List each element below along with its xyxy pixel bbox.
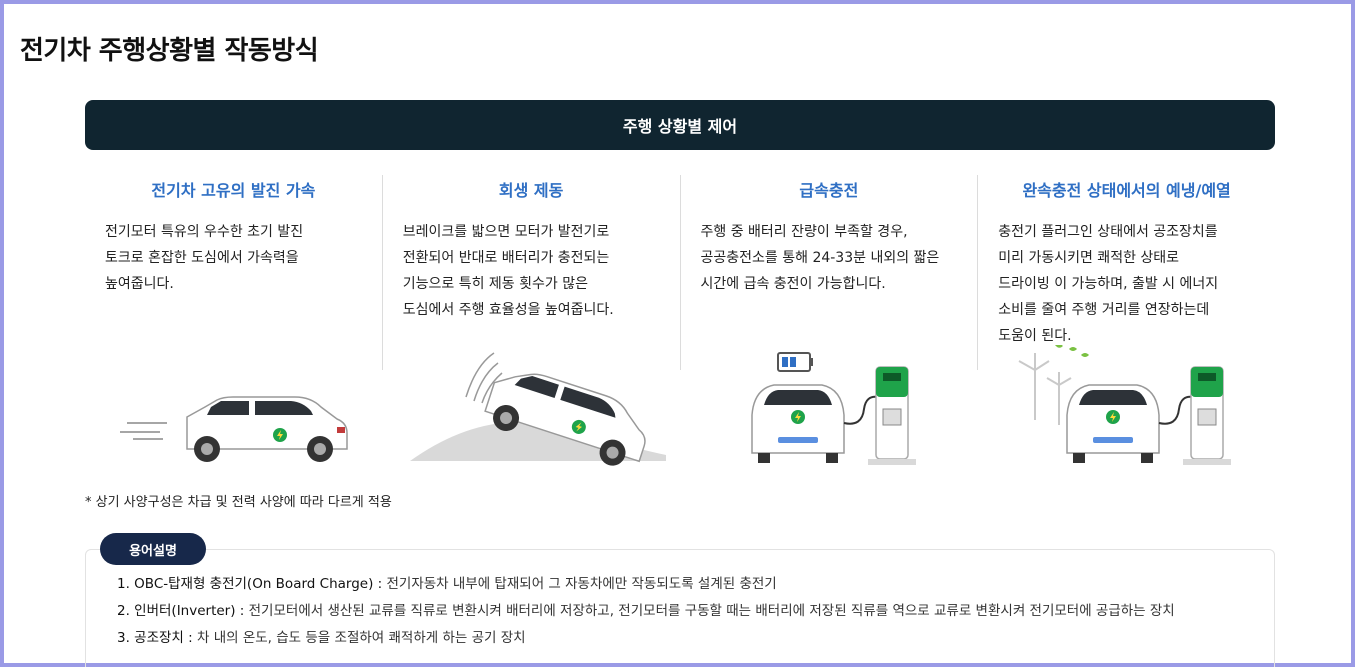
feature-launch-acceleration: 전기차 고유의 발진 가속 전기모터 특유의 우수한 초기 발진 토크로 혼잡한… [85,175,383,370]
page-title: 전기차 주행상황별 작동방식 [20,36,319,66]
section-banner: 주행 상황별 제어 [85,100,1275,150]
feature-title: 전기차 고유의 발진 가속 [151,181,316,200]
glossary-term: 3. 공조장치 : [117,630,193,646]
banner-label: 주행 상황별 제어 [622,117,738,136]
fast-charging-illustration [751,352,916,465]
glossary-item: 1. OBC-탑재형 충전기(On Board Charge) : 전기자동차 … [117,574,1175,601]
feature-description: 브레이크를 밟으면 모터가 발전기로 전환되어 반대로 배터리가 충전되는 기능… [402,224,614,318]
feature-description: 충전기 플러그인 상태에서 공조장치를 미리 가동시키면 쾌적한 상태로 드라이… [998,224,1219,344]
feature-regenerative-braking: 회생 제동 브레이크를 밟으면 모터가 발전기로 전환되어 반대로 배터리가 충… [383,175,681,370]
spec-footnote: * 상기 사양구성은 차급 및 전력 사양에 따라 다르게 적용 [85,495,392,510]
car-accelerating-illustration [120,396,348,462]
feature-description: 주행 중 배터리 잔량이 부족할 경우, 공공충전소를 통해 24-33분 내외… [700,224,940,292]
feature-description: 전기모터 특유의 우수한 초기 발진 토크로 혼잡한 도심에서 가속력을 높여줍… [105,224,304,292]
glossary-description: 차 내의 온도, 습도 등을 조절하여 쾌적하게 하는 공기 장치 [192,630,526,646]
glossary-list: 1. OBC-탑재형 충전기(On Board Charge) : 전기자동차 … [117,574,1175,655]
feature-fast-charging: 급속충전 주행 중 배터리 잔량이 부족할 경우, 공공충전소를 통해 24-3… [681,175,979,370]
glossary-term: 2. 인버터(Inverter) : [117,603,245,619]
car-regen-braking-illustration [410,352,666,466]
glossary-description: 전기자동차 내부에 탑재되어 그 자동차에만 작동되도록 설계된 충전기 [382,576,777,592]
glossary-item: 2. 인버터(Inverter) : 전기모터에서 생산된 교류를 직류로 변환… [117,601,1175,628]
glossary-description: 전기모터에서 생산된 교류를 직류로 변환시켜 배터리에 저장하고, 전기모터를… [244,603,1175,619]
glossary-item: 3. 공조장치 : 차 내의 온도, 습도 등을 조절하여 쾌적하게 하는 공기… [117,628,1175,655]
feature-title: 급속충전 [799,181,859,200]
glossary-term: 1. OBC-탑재형 충전기(On Board Charge) : [117,576,383,592]
glossary-badge: 용어설명 [100,533,206,565]
feature-title: 회생 제동 [498,181,564,200]
feature-title: 완속충전 상태에서의 예냉/예열 [1022,181,1231,200]
slow-charging-preconditioning-illustration [1018,345,1231,465]
feature-preconditioning: 완속충전 상태에서의 예냉/예열 충전기 플러그인 상태에서 공조장치를 미리 … [978,175,1275,370]
feature-columns: 전기차 고유의 발진 가속 전기모터 특유의 우수한 초기 발진 토크로 혼잡한… [85,175,1275,370]
